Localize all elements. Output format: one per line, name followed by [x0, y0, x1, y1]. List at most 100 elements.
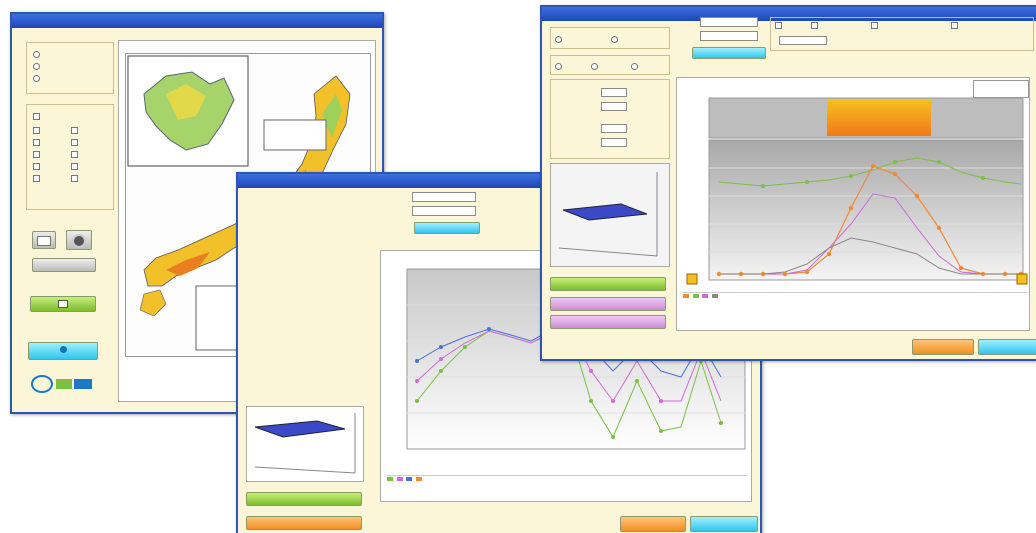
analysis-export-button[interactable] — [690, 516, 758, 532]
param-input-3[interactable] — [601, 124, 627, 133]
legend-swatch-gray — [711, 293, 718, 298]
period-radio-3[interactable] — [631, 63, 641, 70]
checkbox-icon — [811, 22, 818, 29]
checkbox-icon — [33, 127, 40, 134]
all-year-checkbox[interactable] — [33, 113, 43, 120]
checkbox-icon — [71, 175, 78, 182]
export-button[interactable] — [28, 342, 98, 360]
month-checkbox-2[interactable] — [33, 139, 43, 146]
radio-icon — [631, 63, 638, 70]
graph-export-button[interactable] — [978, 339, 1036, 355]
checkbox-icon — [71, 139, 78, 146]
analysis-green-button[interactable] — [246, 492, 362, 506]
checkbox-icon — [33, 151, 40, 158]
display-radio-3[interactable] — [33, 75, 43, 82]
checkbox-icon — [951, 22, 958, 29]
checkbox-icon — [33, 139, 40, 146]
location-select[interactable] — [412, 192, 476, 202]
legend-swatch-blue — [406, 476, 413, 481]
display-type-group — [26, 42, 114, 94]
legend-swatch-green — [692, 293, 699, 298]
month-checkbox-6[interactable] — [71, 127, 81, 134]
map-window-titlebar[interactable] — [12, 14, 382, 28]
nedo-logo — [30, 374, 96, 394]
checkbox-icon — [71, 163, 78, 170]
graph-purple-button-1[interactable] — [550, 297, 666, 311]
graph-type-radio-1[interactable] — [555, 36, 565, 43]
analysis-legend — [387, 475, 747, 500]
checkbox-icon — [71, 151, 78, 158]
toolbar-button-left[interactable] — [32, 231, 56, 249]
display-radio-2[interactable] — [33, 63, 43, 70]
param-input-4[interactable] — [601, 138, 627, 147]
radio-icon — [591, 63, 598, 70]
3d-surface-icon — [551, 164, 669, 266]
radio-icon — [33, 75, 40, 82]
toolbar-button-right[interactable] — [66, 230, 92, 250]
graph-save-button[interactable] — [912, 339, 974, 355]
month-checkbox-4[interactable] — [33, 163, 43, 170]
3d-surface-icon — [254, 413, 356, 474]
checkbox-icon — [775, 22, 782, 29]
option-check-3[interactable] — [871, 22, 881, 29]
option-check-1[interactable] — [775, 22, 785, 29]
display-radio-1[interactable] — [33, 51, 43, 58]
radio-icon — [33, 63, 40, 70]
camera-icon — [72, 234, 86, 248]
checkbox-icon — [33, 163, 40, 170]
radio-icon — [555, 63, 562, 70]
month-checkbox-9[interactable] — [71, 163, 81, 170]
period-radio-1[interactable] — [555, 63, 565, 70]
angle-select[interactable] — [412, 206, 476, 216]
window-icon — [37, 236, 51, 246]
legend-swatch-orange — [415, 476, 422, 481]
option-check-2[interactable] — [811, 22, 821, 29]
option-select[interactable] — [779, 36, 827, 45]
analysis-show-button[interactable] — [414, 222, 480, 234]
graph-type-group — [550, 27, 670, 49]
checkbox-icon — [33, 175, 40, 182]
graph-3d-panel — [550, 163, 670, 267]
legend-swatch-purple — [396, 476, 403, 481]
graph-chart — [677, 78, 1031, 288]
radio-icon — [611, 36, 618, 43]
param-input-2[interactable] — [601, 102, 627, 111]
graph-chart-panel — [676, 77, 1030, 331]
legend-swatch-orange — [683, 293, 689, 298]
period-radio-2[interactable] — [591, 63, 601, 70]
option-check-4[interactable] — [951, 22, 961, 29]
analysis-3d-panel — [246, 406, 364, 482]
draw-icon — [58, 299, 68, 308]
period-group — [550, 55, 670, 75]
graph-legend — [683, 292, 1027, 329]
analysis-orange-button[interactable] — [246, 516, 362, 530]
export-icon — [59, 346, 67, 353]
top-select-1[interactable] — [700, 17, 758, 27]
graph-purple-button-2[interactable] — [550, 315, 666, 329]
month-checkbox-8[interactable] — [71, 151, 81, 158]
month-checkbox-7[interactable] — [71, 139, 81, 146]
graph-green-button[interactable] — [550, 277, 666, 291]
checkbox-icon — [33, 113, 40, 120]
disabled-button[interactable] — [32, 258, 96, 272]
month-checkbox-1[interactable] — [33, 127, 43, 134]
radio-icon — [33, 51, 40, 58]
month-checkbox-10[interactable] — [71, 175, 81, 182]
display-option-group — [770, 17, 1034, 51]
month-select-group — [26, 104, 114, 210]
graph-show-button[interactable] — [692, 47, 766, 59]
graph-window — [540, 5, 1036, 361]
legend-swatch-green — [387, 476, 393, 481]
checkbox-icon — [871, 22, 878, 29]
draw-button[interactable] — [30, 296, 96, 312]
checkbox-icon — [71, 127, 78, 134]
month-checkbox-3[interactable] — [33, 151, 43, 158]
top-select-2[interactable] — [700, 31, 758, 41]
month-checkbox-5[interactable] — [33, 175, 43, 182]
analysis-save-button[interactable] — [620, 516, 686, 532]
param-input-1[interactable] — [601, 88, 627, 97]
graph-type-radio-2[interactable] — [611, 36, 621, 43]
parameter-group — [550, 79, 670, 159]
radio-icon — [555, 36, 562, 43]
legend-swatch-purple — [702, 293, 709, 298]
